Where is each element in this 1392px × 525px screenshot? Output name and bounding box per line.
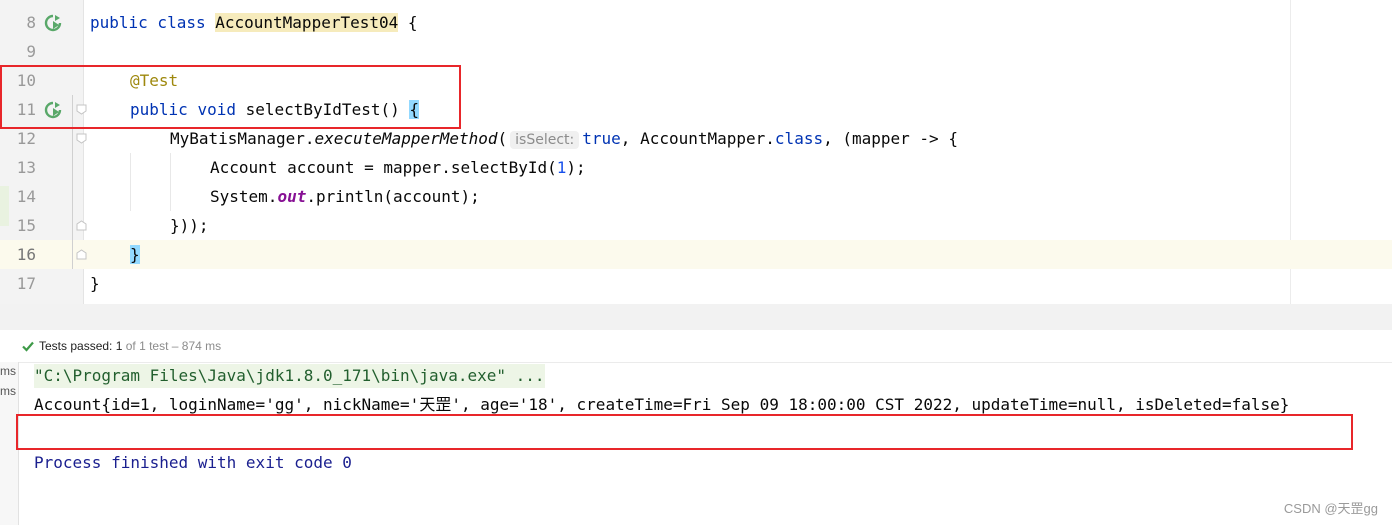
test-status-bar: Tests passed: 1 of 1 test – 874 ms: [0, 330, 1392, 363]
code-token: .println(account);: [306, 187, 480, 206]
watermark: CSDN @天罡gg: [1283, 501, 1378, 516]
code-token: Account account = mapper.selectById(: [210, 158, 557, 177]
code-editor[interactable]: 8 public class AccountMapperTest04 { 9 1…: [0, 0, 1392, 304]
number-literal: 1: [556, 158, 567, 177]
indent-guide: [170, 153, 171, 211]
code-text: public class AccountMapperTest04 {: [90, 8, 418, 37]
panel-header: [0, 304, 1392, 330]
test-duration: ms: [0, 384, 16, 398]
code-text: }));: [170, 216, 209, 235]
code-token: );: [566, 158, 586, 177]
line-number: 17: [16, 274, 36, 293]
static-field: out: [277, 187, 307, 206]
highlight-box: [16, 414, 1353, 450]
line-number: 9: [26, 42, 36, 61]
static-method: executeMapperMethod: [314, 129, 498, 148]
status-label: Tests passed:: [39, 339, 113, 353]
current-code-line[interactable]: 16 }: [0, 240, 1392, 269]
keyword: class: [774, 129, 824, 148]
code-line[interactable]: 17 }: [0, 269, 1392, 298]
code-token: {: [398, 13, 418, 32]
code-token: , AccountMapper.: [620, 129, 775, 148]
code-line[interactable]: 14 System.out.println(account);: [0, 182, 1392, 211]
code-text: }: [90, 274, 100, 293]
code-line[interactable]: 8 public class AccountMapperTest04 {: [0, 8, 1392, 37]
line-number: 14: [16, 187, 36, 206]
keyword: public class: [90, 13, 216, 32]
code-token: (: [497, 129, 508, 148]
line-number: 16: [16, 245, 36, 264]
run-test-class-icon[interactable]: [44, 14, 62, 32]
parameter-hint: isSelect:: [510, 131, 580, 149]
status-detail: of 1 test – 874 ms: [125, 339, 222, 353]
indent-guide: [130, 153, 131, 211]
class-name: AccountMapperTest04: [215, 13, 399, 32]
console-command-line: "C:\Program Files\Java\jdk1.8.0_171\bin\…: [34, 364, 545, 388]
line-number: 8: [26, 13, 36, 32]
code-token: MyBatisManager.: [170, 129, 315, 148]
checkmark-icon: [22, 341, 34, 352]
matched-brace: }: [130, 245, 140, 264]
code-text: Account account = mapper.selectById(1);: [210, 153, 586, 182]
code-token: System.: [210, 187, 278, 206]
code-text: }: [130, 240, 140, 269]
run-panel: Tests passed: 1 of 1 test – 874 ms ms ms…: [0, 304, 1392, 525]
test-status-text: Tests passed: 1 of 1 test – 874 ms: [39, 339, 221, 353]
fold-end-icon[interactable]: [76, 220, 87, 231]
code-line[interactable]: 13 Account account = mapper.selectById(1…: [0, 153, 1392, 182]
code-text: System.out.println(account);: [210, 182, 480, 211]
highlight-box: [0, 65, 461, 129]
fold-icon[interactable]: [76, 133, 87, 144]
line-number: 13: [16, 158, 36, 177]
fold-end-icon[interactable]: [76, 249, 87, 260]
code-token: , (mapper -> {: [823, 129, 958, 148]
code-line[interactable]: 15 }));: [0, 211, 1392, 240]
test-duration: ms: [0, 364, 16, 378]
code-line[interactable]: 9: [0, 37, 1392, 66]
line-number: 15: [16, 216, 36, 235]
status-count: 1: [115, 339, 123, 353]
keyword: true: [582, 129, 621, 148]
console-exit-line: Process finished with exit code 0: [34, 453, 352, 472]
